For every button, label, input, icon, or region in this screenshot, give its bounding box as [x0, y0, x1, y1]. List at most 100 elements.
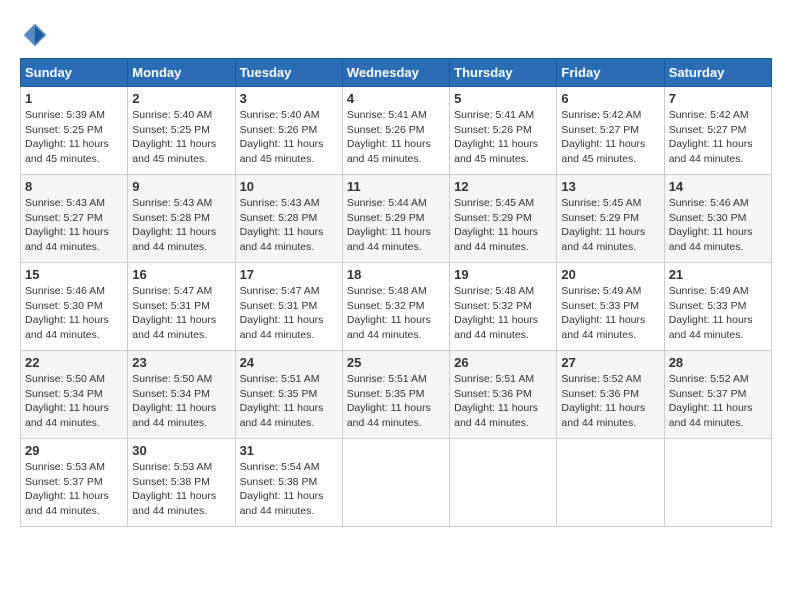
day-info: Sunrise: 5:42 AM Sunset: 5:27 PM Dayligh… — [669, 108, 767, 167]
calendar-header-cell: Sunday — [21, 59, 128, 87]
day-number: 9 — [132, 179, 230, 194]
day-number: 14 — [669, 179, 767, 194]
calendar-cell: 5 Sunrise: 5:41 AM Sunset: 5:26 PM Dayli… — [450, 87, 557, 175]
day-info: Sunrise: 5:46 AM Sunset: 5:30 PM Dayligh… — [25, 284, 123, 343]
day-number: 5 — [454, 91, 552, 106]
calendar-cell: 12 Sunrise: 5:45 AM Sunset: 5:29 PM Dayl… — [450, 175, 557, 263]
day-info: Sunrise: 5:43 AM Sunset: 5:27 PM Dayligh… — [25, 196, 123, 255]
day-info: Sunrise: 5:45 AM Sunset: 5:29 PM Dayligh… — [561, 196, 659, 255]
day-info: Sunrise: 5:46 AM Sunset: 5:30 PM Dayligh… — [669, 196, 767, 255]
day-info: Sunrise: 5:44 AM Sunset: 5:29 PM Dayligh… — [347, 196, 445, 255]
day-number: 12 — [454, 179, 552, 194]
calendar-week-row: 22 Sunrise: 5:50 AM Sunset: 5:34 PM Dayl… — [21, 351, 772, 439]
calendar-week-row: 8 Sunrise: 5:43 AM Sunset: 5:27 PM Dayli… — [21, 175, 772, 263]
calendar-cell: 3 Sunrise: 5:40 AM Sunset: 5:26 PM Dayli… — [235, 87, 342, 175]
calendar-week-row: 15 Sunrise: 5:46 AM Sunset: 5:30 PM Dayl… — [21, 263, 772, 351]
day-number: 29 — [25, 443, 123, 458]
calendar-header-cell: Saturday — [664, 59, 771, 87]
day-info: Sunrise: 5:52 AM Sunset: 5:37 PM Dayligh… — [669, 372, 767, 431]
day-info: Sunrise: 5:41 AM Sunset: 5:26 PM Dayligh… — [454, 108, 552, 167]
day-number: 4 — [347, 91, 445, 106]
calendar-cell — [557, 439, 664, 527]
day-number: 3 — [240, 91, 338, 106]
calendar-cell: 20 Sunrise: 5:49 AM Sunset: 5:33 PM Dayl… — [557, 263, 664, 351]
calendar-cell: 14 Sunrise: 5:46 AM Sunset: 5:30 PM Dayl… — [664, 175, 771, 263]
calendar-header-cell: Monday — [128, 59, 235, 87]
calendar-cell: 10 Sunrise: 5:43 AM Sunset: 5:28 PM Dayl… — [235, 175, 342, 263]
day-number: 27 — [561, 355, 659, 370]
calendar-cell: 29 Sunrise: 5:53 AM Sunset: 5:37 PM Dayl… — [21, 439, 128, 527]
header — [20, 20, 772, 50]
day-number: 28 — [669, 355, 767, 370]
day-info: Sunrise: 5:43 AM Sunset: 5:28 PM Dayligh… — [240, 196, 338, 255]
calendar-header-cell: Tuesday — [235, 59, 342, 87]
calendar-cell: 30 Sunrise: 5:53 AM Sunset: 5:38 PM Dayl… — [128, 439, 235, 527]
day-number: 23 — [132, 355, 230, 370]
calendar-cell: 15 Sunrise: 5:46 AM Sunset: 5:30 PM Dayl… — [21, 263, 128, 351]
day-number: 26 — [454, 355, 552, 370]
calendar-cell: 16 Sunrise: 5:47 AM Sunset: 5:31 PM Dayl… — [128, 263, 235, 351]
day-number: 31 — [240, 443, 338, 458]
calendar-header-cell: Wednesday — [342, 59, 449, 87]
day-info: Sunrise: 5:41 AM Sunset: 5:26 PM Dayligh… — [347, 108, 445, 167]
day-info: Sunrise: 5:51 AM Sunset: 5:35 PM Dayligh… — [347, 372, 445, 431]
day-info: Sunrise: 5:40 AM Sunset: 5:26 PM Dayligh… — [240, 108, 338, 167]
calendar-cell: 9 Sunrise: 5:43 AM Sunset: 5:28 PM Dayli… — [128, 175, 235, 263]
calendar-cell: 8 Sunrise: 5:43 AM Sunset: 5:27 PM Dayli… — [21, 175, 128, 263]
day-info: Sunrise: 5:53 AM Sunset: 5:38 PM Dayligh… — [132, 460, 230, 519]
calendar-cell: 4 Sunrise: 5:41 AM Sunset: 5:26 PM Dayli… — [342, 87, 449, 175]
calendar-cell: 7 Sunrise: 5:42 AM Sunset: 5:27 PM Dayli… — [664, 87, 771, 175]
calendar-cell: 6 Sunrise: 5:42 AM Sunset: 5:27 PM Dayli… — [557, 87, 664, 175]
day-number: 20 — [561, 267, 659, 282]
calendar-header-cell: Thursday — [450, 59, 557, 87]
day-info: Sunrise: 5:50 AM Sunset: 5:34 PM Dayligh… — [25, 372, 123, 431]
day-number: 18 — [347, 267, 445, 282]
calendar-cell: 26 Sunrise: 5:51 AM Sunset: 5:36 PM Dayl… — [450, 351, 557, 439]
day-number: 16 — [132, 267, 230, 282]
day-info: Sunrise: 5:49 AM Sunset: 5:33 PM Dayligh… — [669, 284, 767, 343]
day-info: Sunrise: 5:48 AM Sunset: 5:32 PM Dayligh… — [454, 284, 552, 343]
calendar-cell: 13 Sunrise: 5:45 AM Sunset: 5:29 PM Dayl… — [557, 175, 664, 263]
calendar-cell: 2 Sunrise: 5:40 AM Sunset: 5:25 PM Dayli… — [128, 87, 235, 175]
day-number: 13 — [561, 179, 659, 194]
day-info: Sunrise: 5:50 AM Sunset: 5:34 PM Dayligh… — [132, 372, 230, 431]
calendar-cell: 28 Sunrise: 5:52 AM Sunset: 5:37 PM Dayl… — [664, 351, 771, 439]
day-number: 21 — [669, 267, 767, 282]
day-info: Sunrise: 5:51 AM Sunset: 5:35 PM Dayligh… — [240, 372, 338, 431]
day-info: Sunrise: 5:43 AM Sunset: 5:28 PM Dayligh… — [132, 196, 230, 255]
day-number: 7 — [669, 91, 767, 106]
day-number: 17 — [240, 267, 338, 282]
calendar-cell: 17 Sunrise: 5:47 AM Sunset: 5:31 PM Dayl… — [235, 263, 342, 351]
day-info: Sunrise: 5:42 AM Sunset: 5:27 PM Dayligh… — [561, 108, 659, 167]
calendar-cell: 27 Sunrise: 5:52 AM Sunset: 5:36 PM Dayl… — [557, 351, 664, 439]
day-number: 2 — [132, 91, 230, 106]
day-info: Sunrise: 5:39 AM Sunset: 5:25 PM Dayligh… — [25, 108, 123, 167]
calendar-cell: 19 Sunrise: 5:48 AM Sunset: 5:32 PM Dayl… — [450, 263, 557, 351]
calendar-week-row: 1 Sunrise: 5:39 AM Sunset: 5:25 PM Dayli… — [21, 87, 772, 175]
logo-icon — [20, 20, 50, 50]
calendar-cell: 22 Sunrise: 5:50 AM Sunset: 5:34 PM Dayl… — [21, 351, 128, 439]
day-number: 24 — [240, 355, 338, 370]
calendar-cell: 24 Sunrise: 5:51 AM Sunset: 5:35 PM Dayl… — [235, 351, 342, 439]
logo — [20, 20, 54, 50]
day-info: Sunrise: 5:49 AM Sunset: 5:33 PM Dayligh… — [561, 284, 659, 343]
calendar-cell: 23 Sunrise: 5:50 AM Sunset: 5:34 PM Dayl… — [128, 351, 235, 439]
day-number: 8 — [25, 179, 123, 194]
calendar-body: 1 Sunrise: 5:39 AM Sunset: 5:25 PM Dayli… — [21, 87, 772, 527]
day-info: Sunrise: 5:45 AM Sunset: 5:29 PM Dayligh… — [454, 196, 552, 255]
calendar-header-cell: Friday — [557, 59, 664, 87]
calendar-cell: 25 Sunrise: 5:51 AM Sunset: 5:35 PM Dayl… — [342, 351, 449, 439]
day-number: 30 — [132, 443, 230, 458]
day-info: Sunrise: 5:52 AM Sunset: 5:36 PM Dayligh… — [561, 372, 659, 431]
day-info: Sunrise: 5:47 AM Sunset: 5:31 PM Dayligh… — [132, 284, 230, 343]
day-info: Sunrise: 5:48 AM Sunset: 5:32 PM Dayligh… — [347, 284, 445, 343]
day-number: 15 — [25, 267, 123, 282]
calendar-cell: 31 Sunrise: 5:54 AM Sunset: 5:38 PM Dayl… — [235, 439, 342, 527]
day-number: 6 — [561, 91, 659, 106]
day-info: Sunrise: 5:54 AM Sunset: 5:38 PM Dayligh… — [240, 460, 338, 519]
calendar-cell — [450, 439, 557, 527]
calendar-header-row: SundayMondayTuesdayWednesdayThursdayFrid… — [21, 59, 772, 87]
day-number: 22 — [25, 355, 123, 370]
day-number: 10 — [240, 179, 338, 194]
calendar-cell: 21 Sunrise: 5:49 AM Sunset: 5:33 PM Dayl… — [664, 263, 771, 351]
